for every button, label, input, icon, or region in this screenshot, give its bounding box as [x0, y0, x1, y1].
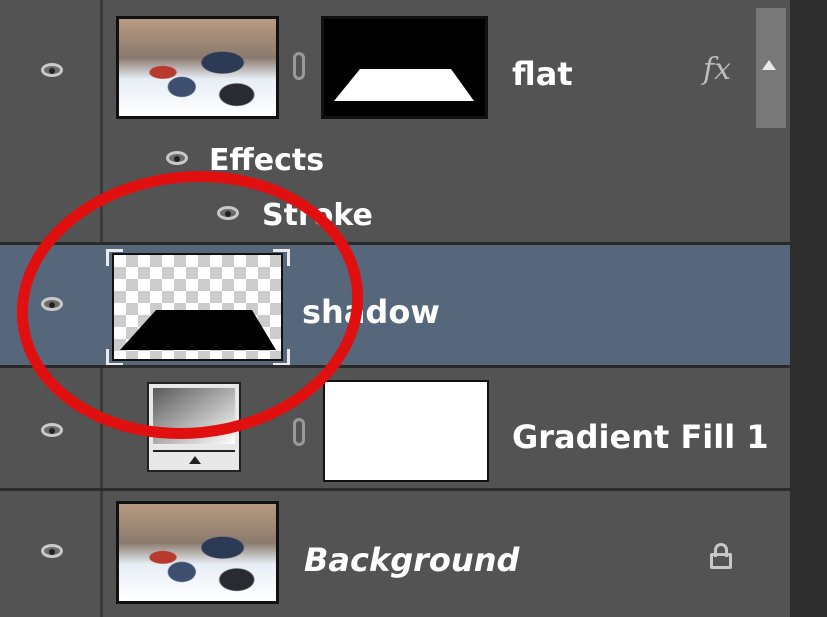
eye-icon[interactable]	[41, 297, 63, 311]
layer-row-flat[interactable]: flat fx	[0, 0, 790, 135]
layer-row-background[interactable]: Background	[0, 491, 790, 617]
eye-icon[interactable]	[41, 63, 63, 77]
layer-thumbnail-photo	[116, 501, 279, 604]
link-chain-icon[interactable]	[293, 418, 305, 446]
effects-row[interactable]: Effects	[0, 135, 790, 190]
shadow-shape	[120, 310, 276, 350]
layer-name-gradient-fill[interactable]: Gradient Fill 1	[512, 418, 769, 456]
selection-corner	[273, 349, 290, 366]
lock-body	[710, 553, 732, 569]
eye-icon[interactable]	[166, 151, 188, 165]
layer-name-background[interactable]: Background	[304, 541, 519, 579]
lock-icon[interactable]	[710, 543, 732, 571]
layer-name-shadow[interactable]: shadow	[302, 293, 440, 331]
eye-icon[interactable]	[217, 206, 239, 220]
layer-thumbnail-photo	[116, 16, 279, 119]
eye-icon[interactable]	[41, 544, 63, 558]
gradient-bar	[153, 450, 235, 452]
effects-label: Effects	[209, 143, 325, 178]
layer-row-shadow[interactable]: shadow	[0, 245, 790, 366]
layer-name-flat[interactable]: flat	[512, 55, 573, 93]
scrollbar-track[interactable]	[790, 0, 827, 617]
eye-icon[interactable]	[41, 423, 63, 437]
fx-icon[interactable]: fx	[703, 52, 731, 87]
selection-corner	[106, 249, 123, 266]
link-chain-icon[interactable]	[293, 52, 305, 80]
layer-row-gradient-fill[interactable]: Gradient Fill 1	[0, 368, 790, 488]
mask-shape	[334, 69, 474, 101]
selection-corner	[106, 349, 123, 366]
gradient-stop-icon	[189, 456, 201, 464]
gradient-fill-icon	[147, 382, 241, 472]
selection-corner	[273, 249, 290, 266]
layer-mask-thumbnail	[323, 380, 489, 482]
layers-panel: flat fx Effects Stroke shadow Gradient F…	[0, 0, 827, 617]
gradient-swatch	[153, 388, 235, 444]
effect-row-stroke[interactable]: Stroke	[0, 190, 790, 242]
stroke-label: Stroke	[262, 198, 373, 233]
layer-mask-thumbnail	[321, 16, 488, 119]
scroll-up-arrow-icon[interactable]	[762, 60, 776, 70]
layer-thumbnail-transparent	[112, 253, 283, 361]
